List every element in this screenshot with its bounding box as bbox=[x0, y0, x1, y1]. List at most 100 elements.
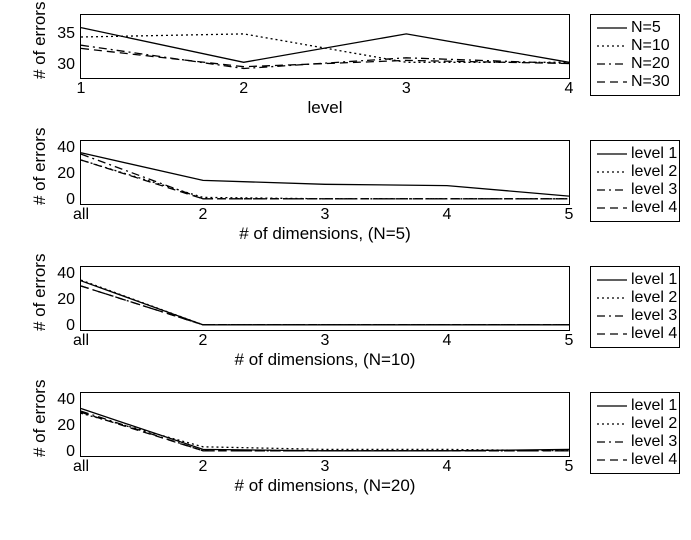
ylabel-1: # of errors bbox=[30, 14, 50, 79]
xtick: all bbox=[73, 458, 89, 476]
legend-label: level 3 bbox=[631, 433, 677, 451]
xlabel-3: # of dimensions, (N=10) bbox=[80, 350, 570, 370]
legend-row: level 4 bbox=[597, 451, 673, 469]
series-line bbox=[81, 286, 569, 325]
legend-row: N=10 bbox=[597, 37, 673, 55]
legend-1: N=5N=10N=20N=30 bbox=[590, 14, 680, 96]
series-line bbox=[81, 154, 569, 199]
legend-swatch bbox=[597, 433, 627, 451]
xtick: 1 bbox=[77, 80, 86, 98]
legend-label: level 4 bbox=[631, 325, 677, 343]
panel-4: all234502040 # of errors # of dimensions… bbox=[0, 392, 691, 518]
plot-area-2: all234502040 bbox=[80, 140, 570, 205]
xtick: 4 bbox=[443, 458, 452, 476]
legend-swatch bbox=[597, 145, 627, 163]
series-line bbox=[81, 34, 569, 62]
legend-row: level 4 bbox=[597, 199, 673, 217]
xtick: 2 bbox=[199, 332, 208, 350]
legend-swatch bbox=[597, 451, 627, 469]
legend-label: N=30 bbox=[631, 73, 670, 91]
xlabel-2: # of dimensions, (N=5) bbox=[80, 224, 570, 244]
xtick: 3 bbox=[321, 458, 330, 476]
legend-row: N=20 bbox=[597, 55, 673, 73]
legend-row: level 2 bbox=[597, 289, 673, 307]
ytick: 40 bbox=[57, 139, 75, 157]
panel-1: 12343035 # of errors level N=5N=10N=20N=… bbox=[0, 14, 691, 140]
xtick: 3 bbox=[402, 80, 411, 98]
ylabel-4: # of errors bbox=[30, 392, 50, 457]
series-line bbox=[81, 160, 569, 199]
legend-label: level 1 bbox=[631, 271, 677, 289]
legend-swatch bbox=[597, 181, 627, 199]
legend-swatch bbox=[597, 289, 627, 307]
legend-swatch bbox=[597, 415, 627, 433]
ytick: 0 bbox=[66, 191, 75, 209]
legend-label: level 2 bbox=[631, 415, 677, 433]
legend-swatch bbox=[597, 271, 627, 289]
legend-swatch bbox=[597, 325, 627, 343]
ytick: 35 bbox=[57, 25, 75, 43]
legend-swatch bbox=[597, 397, 627, 415]
series-line bbox=[81, 153, 569, 196]
ytick: 40 bbox=[57, 391, 75, 409]
legend-label: level 2 bbox=[631, 163, 677, 181]
legend-label: N=10 bbox=[631, 37, 670, 55]
legend-swatch bbox=[597, 19, 627, 37]
ytick: 40 bbox=[57, 265, 75, 283]
legend-label: N=5 bbox=[631, 19, 661, 37]
legend-label: level 3 bbox=[631, 181, 677, 199]
legend-row: level 2 bbox=[597, 163, 673, 181]
legend-swatch bbox=[597, 37, 627, 55]
series-line bbox=[81, 413, 569, 451]
legend-2: level 1level 2level 3level 4 bbox=[590, 140, 680, 222]
series-line bbox=[81, 48, 569, 66]
legend-row: level 2 bbox=[597, 415, 673, 433]
legend-label: level 1 bbox=[631, 145, 677, 163]
xtick: all bbox=[73, 332, 89, 350]
xtick: 5 bbox=[565, 206, 574, 224]
series-line bbox=[81, 286, 569, 325]
plot-area-4: all234502040 bbox=[80, 392, 570, 457]
legend-label: N=20 bbox=[631, 55, 670, 73]
ytick: 20 bbox=[57, 417, 75, 435]
ytick: 20 bbox=[57, 291, 75, 309]
legend-row: N=5 bbox=[597, 19, 673, 37]
legend-swatch bbox=[597, 163, 627, 181]
legend-row: level 1 bbox=[597, 397, 673, 415]
legend-swatch bbox=[597, 55, 627, 73]
legend-label: level 2 bbox=[631, 289, 677, 307]
xtick: 4 bbox=[443, 332, 452, 350]
xtick: 2 bbox=[199, 206, 208, 224]
series-line bbox=[81, 412, 569, 451]
legend-swatch bbox=[597, 199, 627, 217]
legend-row: level 4 bbox=[597, 325, 673, 343]
xtick: 2 bbox=[199, 458, 208, 476]
legend-4: level 1level 2level 3level 4 bbox=[590, 392, 680, 474]
legend-row: level 1 bbox=[597, 145, 673, 163]
series-line bbox=[81, 280, 569, 325]
ytick: 0 bbox=[66, 443, 75, 461]
ylabel-2: # of errors bbox=[30, 140, 50, 205]
xtick: 4 bbox=[565, 80, 574, 98]
legend-swatch bbox=[597, 73, 627, 91]
ytick: 0 bbox=[66, 317, 75, 335]
ytick: 20 bbox=[57, 165, 75, 183]
series-line bbox=[81, 281, 569, 325]
legend-row: level 3 bbox=[597, 181, 673, 199]
plot-area-3: all234502040 bbox=[80, 266, 570, 331]
ylabel-3: # of errors bbox=[30, 266, 50, 331]
series-line bbox=[81, 28, 569, 63]
legend-row: N=30 bbox=[597, 73, 673, 91]
xtick: all bbox=[73, 206, 89, 224]
legend-row: level 3 bbox=[597, 307, 673, 325]
plot-area-1: 12343035 bbox=[80, 14, 570, 79]
legend-label: level 3 bbox=[631, 307, 677, 325]
legend-swatch bbox=[597, 307, 627, 325]
panel-2: all234502040 # of errors # of dimensions… bbox=[0, 140, 691, 266]
ytick: 30 bbox=[57, 56, 75, 74]
xtick: 3 bbox=[321, 206, 330, 224]
figure: 12343035 # of errors level N=5N=10N=20N=… bbox=[0, 0, 691, 540]
panel-3: all234502040 # of errors # of dimensions… bbox=[0, 266, 691, 392]
legend-row: level 1 bbox=[597, 271, 673, 289]
series-line bbox=[81, 160, 569, 199]
